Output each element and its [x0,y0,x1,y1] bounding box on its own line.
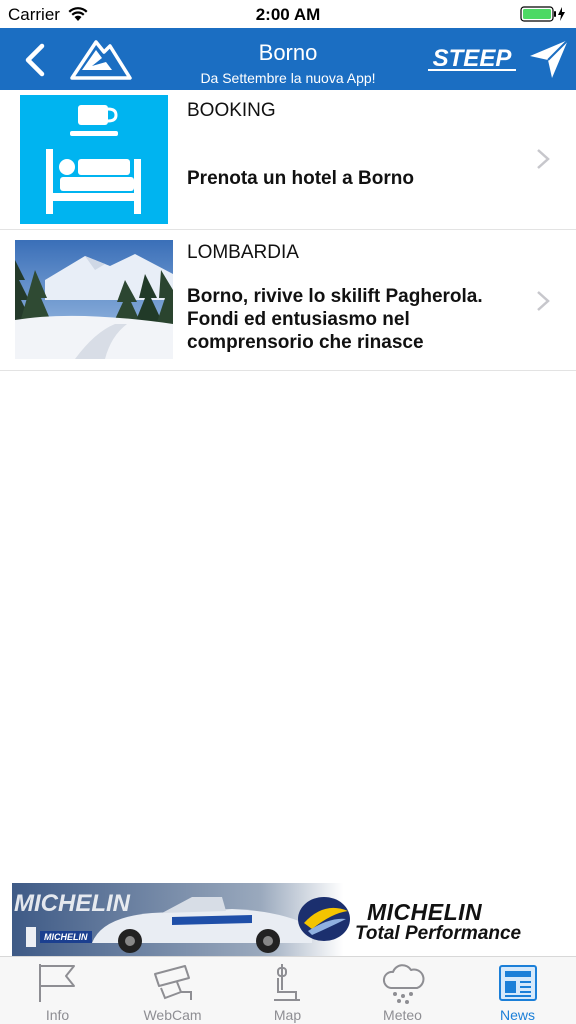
snowy-landscape-photo [15,240,173,359]
svg-text:STEEP: STEEP [433,45,513,72]
tab-map[interactable]: Map [230,957,345,1024]
tab-bar: Info WebCam Map Meteo News [0,956,576,1024]
ad-small-logo: MICHELIN [40,931,92,943]
newspaper-icon [499,965,537,1001]
news-headline: Borno, rivive lo skilift Pagherola. Fond… [187,286,483,353]
status-time: 2:00 AM [255,5,321,24]
tab-info[interactable]: Info [0,957,115,1024]
tab-label: Meteo [383,1007,422,1023]
navigation-bar: Borno Da Settembre la nuova App! STEEP [0,28,576,90]
tab-label: WebCam [143,1007,202,1023]
news-item-booking[interactable]: BOOKING Prenota un hotel a Borno [0,90,576,230]
tab-label: Info [45,1007,70,1023]
svg-text:MICHELIN: MICHELIN [14,890,131,917]
news-category: LOMBARDIA [187,242,299,263]
location-arrow-icon[interactable] [528,38,570,80]
tab-webcam[interactable]: WebCam [115,957,230,1024]
status-bar: Carrier 2:00 AM [0,0,576,28]
news-headline: Prenota un hotel a Borno [187,168,414,189]
chairlift-icon [274,964,300,1001]
news-list: BOOKING Prenota un hotel a Borno LOMBARD… [0,90,576,371]
battery-icon [520,6,565,22]
hotel-bed-icon [20,95,168,224]
news-category: BOOKING [187,100,276,121]
ad-banner[interactable]: MICHELIN MICHELIN MICHELIN Total Perform… [12,883,564,956]
steep-logo-icon[interactable]: STEEP [426,44,518,74]
news-item-lombardia[interactable]: LOMBARDIA Borno, rivive lo skilift Paghe… [0,230,576,371]
tab-news[interactable]: News [460,957,575,1024]
chevron-right-icon [537,291,550,311]
camera-icon [154,965,192,1000]
cloud-snow-icon [382,964,425,1004]
chevron-right-icon [537,149,550,169]
flag-icon [39,964,75,1002]
tab-label: News [499,1007,535,1023]
ad-tagline: Total Performance [355,923,522,944]
tab-label: Map [273,1007,302,1023]
tab-meteo[interactable]: Meteo [345,957,460,1024]
ad-brand: MICHELIN [367,899,483,925]
